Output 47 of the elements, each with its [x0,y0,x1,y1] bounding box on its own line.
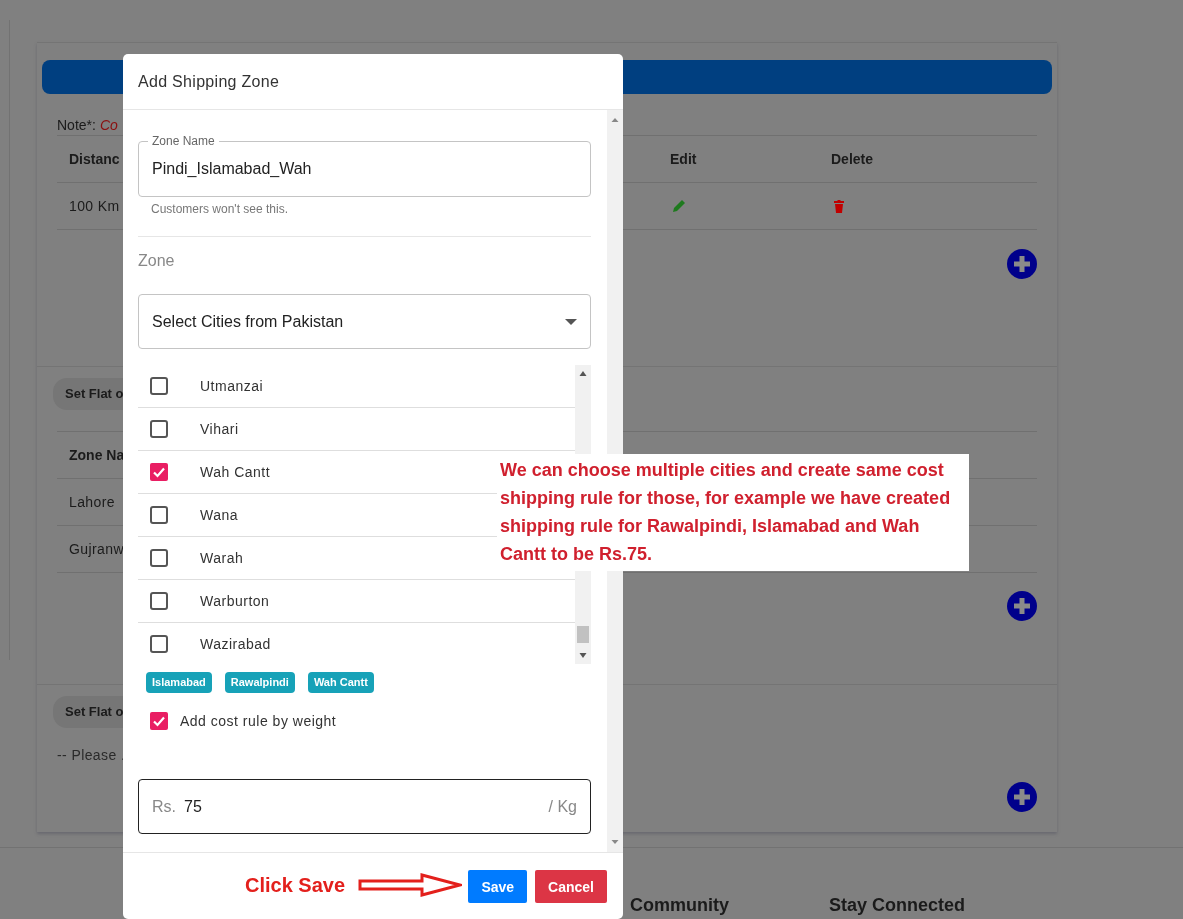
checkbox[interactable] [150,506,168,524]
footer-heading: Community [630,895,729,917]
checkbox[interactable] [150,463,168,481]
city-option[interactable]: Warburton [200,593,270,609]
checkbox[interactable] [150,592,168,610]
city-option[interactable]: Wah Cantt [200,464,271,480]
checkbox[interactable] [150,420,168,438]
city-option[interactable]: Wazirabad [200,636,271,652]
checkbox[interactable] [150,635,168,653]
column-header: Edit [669,151,698,167]
city-option[interactable]: Utmanzai [200,378,264,394]
city-option[interactable]: Wana [200,507,239,523]
callout-note: We can choose multiple cities and create same cost shipping rule for those, for example we have created shipping rule for Rawalpindi, Islamabad and Wah Cantt to be Rs.75. [497,454,969,571]
cost-field[interactable]: Rs. 75 / Kg [138,779,591,834]
zone-name-field[interactable]: Zone Name Pindi_Islamabad_Wah [138,134,591,197]
dialog-title: Add Shipping Zone [138,72,280,91]
column-header: Distanc [68,151,121,167]
section-label: Zone [138,251,175,271]
city-tag: Rawalpindi [224,672,295,693]
city-option[interactable]: Vihari [200,421,239,437]
helper-text: Customers won't see this. [150,202,289,216]
callout-label: Click Save [245,873,346,898]
save-button[interactable]: Save [468,870,528,903]
table-cell: Lahore [69,494,115,510]
table-cell: Gujranw [69,541,124,557]
city-tag: Islamabad [146,672,212,693]
empty-message: -- Please . [57,746,127,765]
checkbox[interactable] [150,712,168,730]
checkbox[interactable] [150,549,168,567]
column-header: Delete [830,151,875,167]
checkbox-label: Add cost rule by weight [180,713,337,729]
city-tag: Wah Cantt [307,672,374,693]
column-header: Zone Na [68,447,126,463]
note-text: Co [99,117,118,133]
currency-prefix: Rs. [152,797,176,816]
checkbox[interactable] [150,377,168,395]
add-icon[interactable] [1007,249,1037,279]
footer-heading: Stay Connected [829,895,966,917]
add-icon[interactable] [1007,591,1037,621]
unit-suffix: / Kg [548,797,577,816]
add-icon[interactable] [1007,782,1037,812]
cancel-button[interactable]: Cancel [535,870,607,903]
city-select[interactable]: Select Cities from Pakistan [138,294,591,349]
caret-icon[interactable] [565,318,577,325]
note-label: Note*: [57,117,96,133]
city-option[interactable]: Warah [200,550,244,566]
table-cell: 100 Km [69,198,120,214]
